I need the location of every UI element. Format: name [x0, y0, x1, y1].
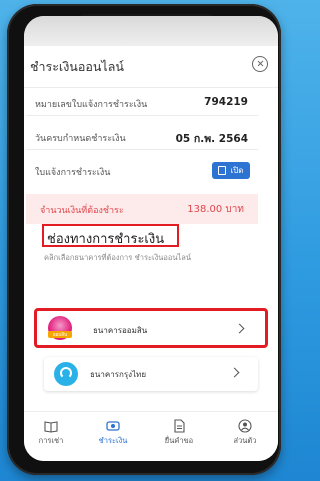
chevron-right-icon [234, 323, 245, 334]
page-title: ชำระเงินออนไลน์ [30, 59, 124, 74]
due-date-value: 05 ก.พ. 2564 [175, 133, 248, 145]
bank-name-gsb: ธนาคารออมสิน [93, 326, 148, 335]
payment-section-subtitle: คลิกเลือกธนาคารที่ต้องการ ชำระเงินออนไลน… [44, 253, 192, 262]
invoice-doc-label: ใบแจ้งการชำระเงิน [35, 168, 111, 178]
sheet-backdrop [24, 16, 278, 46]
open-invoice-label: เปิด [230, 166, 244, 175]
open-invoice-button[interactable]: เปิด [212, 162, 250, 179]
tab-request-label: ยื่นคำขอ [164, 436, 194, 445]
tab-payment-label: ชำระเงิน [98, 436, 128, 445]
invoice-number-label: หมายเลขใบแจ้งการชำระเงิน [35, 100, 148, 110]
tab-payment[interactable]: ชำระเงิน [86, 418, 140, 458]
invoice-card: หมายเลขใบแจ้งการชำระเงิน 794219 วันครบกำ… [26, 90, 258, 224]
tab-rental-label: การเช่า [38, 436, 64, 445]
tab-request[interactable]: ยื่นคำขอ [152, 418, 206, 458]
invoice-number-value: 794219 [204, 96, 248, 108]
ktb-logo-mark [60, 367, 72, 379]
book-icon [44, 418, 58, 433]
document-icon [172, 418, 186, 433]
bottom-tab-bar: การเช่า ชำระเงิน ยื่นคำขอ ส่วนตัว [24, 411, 278, 461]
payment-icon [106, 418, 120, 432]
ktb-logo-icon [54, 362, 78, 386]
chevron-right-icon [229, 367, 240, 378]
tab-rental[interactable]: การเช่า [24, 418, 78, 458]
close-icon[interactable] [252, 56, 268, 72]
invoice-number-row: หมายเลขใบแจ้งการชำระเงิน 794219 [26, 90, 258, 116]
amount-due-row: จำนวนเงินที่ต้องชำระ 138.00 บาท [26, 194, 258, 224]
phone-frame: ชำระเงินออนไลน์ หมายเลขใบแจ้งการชำระเงิน… [7, 4, 281, 475]
amount-due-value: 138.00 บาท [187, 204, 244, 215]
app-screen: ชำระเงินออนไลน์ หมายเลขใบแจ้งการชำระเงิน… [24, 16, 278, 461]
payment-section-title: ช่องทางการชำระเงิน [47, 232, 165, 247]
modal-header: ชำระเงินออนไลน์ [24, 46, 278, 88]
gsb-logo-icon: ออมสิน [48, 316, 72, 340]
profile-icon [238, 418, 252, 433]
bank-item-ktb[interactable]: ธนาคารกรุงไทย [44, 357, 258, 391]
bank-item-gsb[interactable]: ออมสิน ธนาคารออมสิน [34, 308, 268, 348]
tab-profile[interactable]: ส่วนตัว [218, 418, 272, 458]
amount-due-label: จำนวนเงินที่ต้องชำระ [40, 206, 124, 216]
bank-name-ktb: ธนาคารกรุงไทย [90, 370, 147, 379]
tab-profile-label: ส่วนตัว [233, 436, 257, 445]
invoice-doc-row: ใบแจ้งการชำระเงิน เปิด [26, 158, 258, 184]
due-date-row: วันครบกำหนดชำระเงิน 05 ก.พ. 2564 [26, 124, 258, 150]
payment-section-title-box: ช่องทางการชำระเงิน [42, 224, 179, 247]
due-date-label: วันครบกำหนดชำระเงิน [35, 134, 126, 144]
document-icon [218, 166, 227, 175]
gsb-logo-text: ออมสิน [48, 331, 72, 338]
